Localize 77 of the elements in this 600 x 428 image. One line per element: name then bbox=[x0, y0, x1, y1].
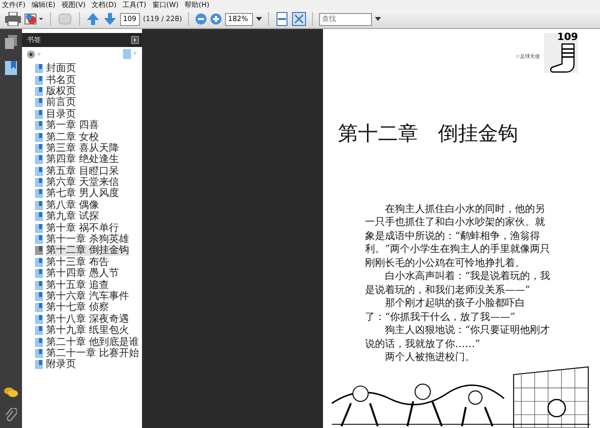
bookmark-item[interactable]: 第十章 祸不单行 bbox=[46, 222, 120, 234]
bookmark-icon bbox=[35, 235, 43, 244]
down-arrow-icon[interactable] bbox=[103, 12, 117, 26]
bookmark-icon bbox=[35, 303, 43, 312]
bookmark-item[interactable]: 第十五章 追查 bbox=[46, 280, 110, 291]
comments-icon[interactable] bbox=[4, 387, 18, 398]
bookmark-icon bbox=[35, 110, 43, 119]
bookmark-icon bbox=[35, 144, 43, 153]
share-icon[interactable] bbox=[24, 12, 44, 26]
paperclip-icon[interactable] bbox=[5, 408, 17, 422]
bookmark-item[interactable]: 第一章 四喜 bbox=[46, 120, 100, 132]
bookmark-item[interactable]: 附录页 bbox=[46, 359, 76, 370]
bookmark-icon bbox=[35, 178, 43, 188]
dropdown-caret-icon[interactable] bbox=[375, 17, 381, 21]
bookmark-item[interactable]: 第十八章 深夜奇遇 bbox=[46, 314, 130, 325]
bookmark-icon[interactable] bbox=[5, 61, 17, 75]
printer-icon[interactable] bbox=[5, 12, 21, 26]
bookmark-item[interactable]: 第十四章 愚人节 bbox=[46, 268, 120, 280]
bookmark-item[interactable]: 第二十一章 比赛开始 bbox=[46, 348, 140, 359]
bookmark-icon bbox=[35, 189, 43, 198]
bookmark-item[interactable]: 第十九章 纸里包火 bbox=[46, 325, 130, 336]
page-number: 109 bbox=[557, 32, 578, 43]
bookmark-item[interactable]: 封面页 bbox=[46, 63, 76, 74]
bookmark-item[interactable]: 第五章 目瞪口呆 bbox=[46, 166, 120, 177]
paragraph: 在狗主人抓住白小水的同时，他的另一只手也抓住了和白小水吵架的家伙。就象是成语中所说的：“鹬蚌相争，渔翁得利。”两个小学生在狗主人的手里就像两只刚刚长毛的小公鸡在可怜地挣扎着。 bbox=[365, 202, 552, 270]
bookmark-icon bbox=[35, 246, 43, 256]
bookmark-icon bbox=[35, 64, 43, 74]
bookmark-icon bbox=[35, 224, 43, 233]
bookmark-item[interactable]: 第十三章 布告 bbox=[46, 256, 110, 268]
bookmark-icon bbox=[35, 200, 43, 210]
bookmark-icon bbox=[35, 326, 43, 336]
bookmark-item[interactable]: 书名页 bbox=[46, 74, 76, 86]
bookmark-icon bbox=[35, 212, 43, 222]
bookmark-item[interactable]: 第四章 绝处逢生 bbox=[46, 154, 120, 166]
zoom-out-icon[interactable] bbox=[195, 13, 207, 25]
panel-menu-icon[interactable] bbox=[131, 36, 140, 44]
bookmark-item[interactable]: 第九章 试探 bbox=[46, 211, 100, 222]
up-arrow-icon[interactable] bbox=[86, 12, 100, 26]
bookmark-icon bbox=[35, 121, 43, 130]
bookmark-icon bbox=[35, 338, 43, 347]
bookmark-item[interactable]: 第六章 天堂来信 bbox=[46, 177, 120, 188]
pages-icon[interactable] bbox=[5, 35, 17, 49]
full-screen-icon[interactable] bbox=[292, 12, 306, 26]
fit-page-icon[interactable] bbox=[275, 12, 289, 26]
bookmark-item[interactable]: 第十一章 杀狗英雄 bbox=[46, 234, 130, 246]
bookmark-item[interactable]: 版权页 bbox=[46, 86, 76, 97]
bookmark-icon bbox=[35, 166, 43, 176]
bookmark-item[interactable]: 前言页 bbox=[46, 97, 76, 108]
gear-icon[interactable] bbox=[26, 50, 42, 58]
dropdown-caret-icon[interactable] bbox=[256, 17, 262, 21]
bookmark-icon bbox=[35, 280, 43, 290]
bookmark-icon bbox=[35, 98, 43, 108]
paragraph: 那个刚才起哄的孩子小脸都吓白了：“你抓我干什么，放了我——” bbox=[365, 297, 526, 324]
bookmark-item[interactable]: 第十二章 倒挂金钩 bbox=[46, 245, 130, 256]
bookmark-item[interactable]: 第七章 男人风度 bbox=[46, 188, 120, 200]
bookmark-icon bbox=[35, 258, 43, 267]
bookmark-item[interactable]: 第十七章 侦察 bbox=[46, 302, 110, 314]
paragraph: 狗主人凶狠地说：“你只要证明他刚才说的话，我就放了你……” bbox=[365, 324, 552, 352]
bookmark-icon bbox=[35, 76, 43, 85]
bookmark-item[interactable]: 第十六章 汽车事件 bbox=[46, 291, 130, 302]
bookmark-icon bbox=[35, 86, 43, 96]
bookmark-icon bbox=[35, 292, 43, 301]
bookmark-item[interactable]: 第八章 偶像 bbox=[46, 200, 100, 211]
bookmark-item[interactable]: 目录页 bbox=[46, 108, 76, 120]
bookmark-item[interactable]: 第三章 喜从天降 bbox=[46, 142, 120, 154]
paragraph: 白小水高声叫着：“我是说着玩的，我是说着玩的，和我们老师没关系——” bbox=[365, 270, 552, 298]
paragraph: 两个人被拖进校门。 bbox=[384, 351, 476, 365]
chapter-title: 第十二章 倒挂金钩 bbox=[337, 120, 519, 147]
bookmark-icon bbox=[35, 132, 43, 142]
bookmark-icon bbox=[35, 314, 43, 324]
zoom-in-icon[interactable] bbox=[210, 13, 222, 25]
bookmark-icon bbox=[35, 269, 43, 278]
bookmark-item[interactable]: 第二章 女校 bbox=[46, 132, 100, 143]
bookmark-icon bbox=[35, 360, 43, 370]
bookmark-item[interactable]: 第二十章 他到底是谁 bbox=[46, 336, 140, 348]
bookmark-icon bbox=[35, 348, 43, 358]
bookmark-icon bbox=[35, 155, 43, 164]
